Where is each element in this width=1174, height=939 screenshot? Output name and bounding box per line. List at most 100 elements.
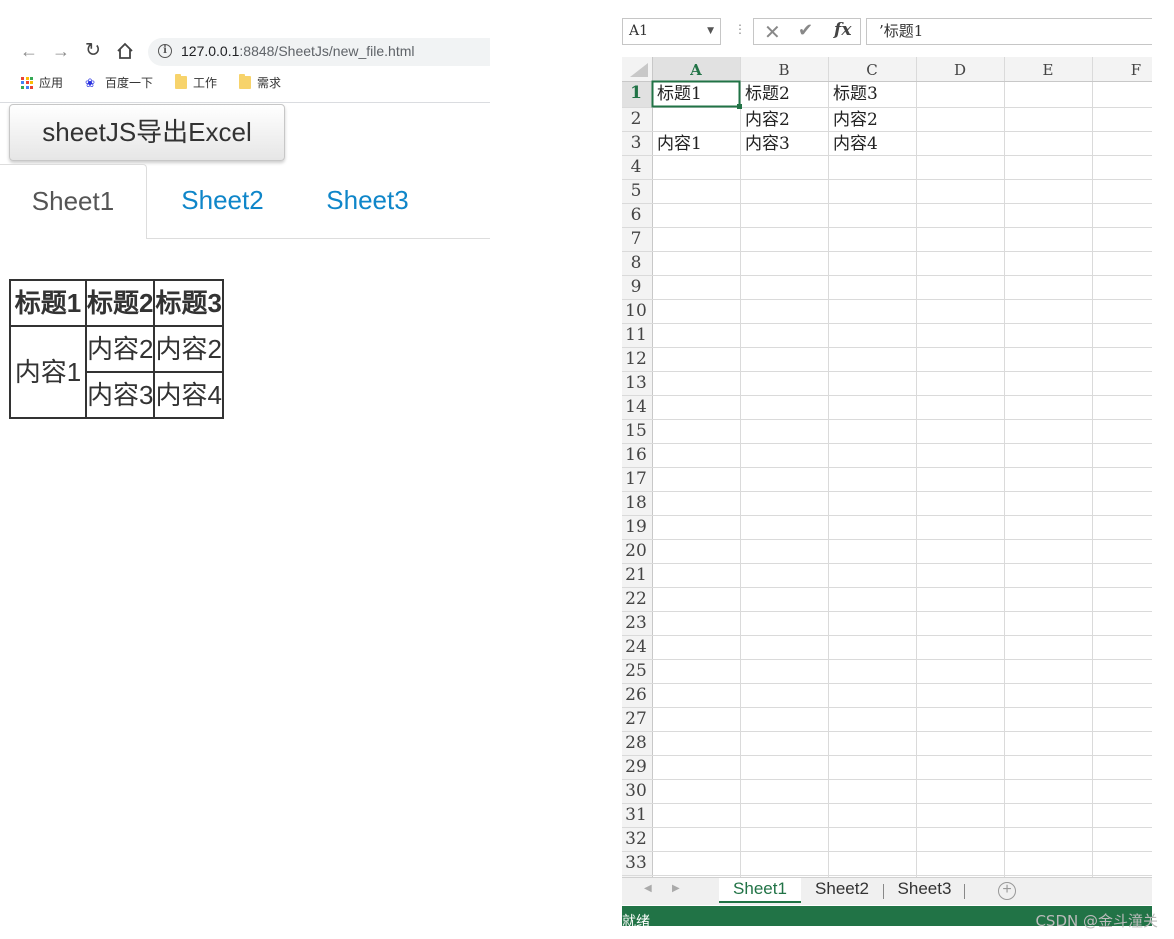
folder-icon <box>175 74 187 89</box>
sheet-tabs: Sheet1 Sheet2 Sheet3 <box>0 164 490 239</box>
row-header-8[interactable]: 8 <box>622 251 650 275</box>
add-sheet-icon[interactable]: + <box>998 882 1016 900</box>
name-box[interactable]: A1 ▼ <box>622 18 721 45</box>
column-header-c[interactable]: C <box>828 57 916 81</box>
row-header-9[interactable]: 9 <box>622 275 650 299</box>
column-header-f[interactable]: F <box>1092 57 1152 81</box>
bookmark-label: 工作 <box>193 76 218 90</box>
bookmark-baidu[interactable]: ❀ 百度一下 <box>85 74 153 91</box>
export-excel-button[interactable]: sheetJS导出Excel <box>9 104 285 161</box>
row-header-21[interactable]: 21 <box>622 563 650 587</box>
row-header-20[interactable]: 20 <box>622 539 650 563</box>
row-header-2[interactable]: 2 <box>622 107 650 131</box>
home-icon[interactable] <box>114 40 136 62</box>
reload-icon[interactable]: ↻ <box>82 40 104 62</box>
column-header-b[interactable]: B <box>740 57 828 81</box>
tab-divider <box>883 884 884 899</box>
row-header-12[interactable]: 12 <box>622 347 650 371</box>
table-cell: 内容4 <box>153 371 224 419</box>
column-header-d[interactable]: D <box>916 57 1004 81</box>
table-cell: 内容2 <box>84 325 156 373</box>
cell-b2[interactable]: 内容2 <box>740 107 790 132</box>
row-header-7[interactable]: 7 <box>622 227 650 251</box>
column-header-e[interactable]: E <box>1004 57 1092 81</box>
apps-grid-icon <box>21 76 33 89</box>
spreadsheet-grid[interactable]: A B C D E F 1 2 3 4 5 6 7 8 9 10 11 12 13 14 15 16 17 18 19 20 21 2… <box>622 57 1152 877</box>
table-cell-merged: 内容1 <box>9 325 87 419</box>
info-icon[interactable]: i <box>158 44 172 58</box>
cell-c3[interactable]: 内容4 <box>828 131 878 156</box>
row-header-19[interactable]: 19 <box>622 515 650 539</box>
formula-input[interactable]: ’标题1 <box>866 18 1152 45</box>
row-header-18[interactable]: 18 <box>622 491 650 515</box>
row-header-13[interactable]: 13 <box>622 371 650 395</box>
row-header-33[interactable]: 33 <box>622 851 650 875</box>
address-bar[interactable]: i 127.0.0.1:8848/SheetJs/new_file.html <box>148 38 490 66</box>
table-row: 内容1 内容2 内容2 <box>9 325 224 419</box>
row-header-28[interactable]: 28 <box>622 731 650 755</box>
bookmark-work[interactable]: 工作 <box>175 74 217 91</box>
scroll-left-icon[interactable]: ◀ <box>644 883 652 894</box>
tab-sheet3[interactable]: Sheet3 <box>305 164 430 239</box>
url-text: 127.0.0.1:8848/SheetJs/new_file.html <box>181 43 415 59</box>
check-icon[interactable]: ✔ <box>798 20 813 41</box>
row-header-22[interactable]: 22 <box>622 587 650 611</box>
bookmark-label: 需求 <box>257 76 282 90</box>
row-header-23[interactable]: 23 <box>622 611 650 635</box>
row-header-31[interactable]: 31 <box>622 803 650 827</box>
chevron-down-icon[interactable]: ▼ <box>707 19 714 44</box>
row-header-6[interactable]: 6 <box>622 203 650 227</box>
cell-a3[interactable]: 内容1 <box>652 131 702 156</box>
column-header-a[interactable]: A <box>652 57 740 81</box>
row-header-32[interactable]: 32 <box>622 827 650 851</box>
excel-window: A1 ▼ ⋮ ✕ ✔ fx ’标题1 A B C D E F 1 2 3 4 5 6 7 8 9 10 11 12… <box>622 16 1152 939</box>
sheet-tab-sheet3[interactable]: Sheet3 <box>887 878 962 903</box>
cell-b1[interactable]: 标题2 <box>740 81 790 106</box>
toolbar-divider <box>0 102 490 103</box>
row-header-15[interactable]: 15 <box>622 419 650 443</box>
row-header-14[interactable]: 14 <box>622 395 650 419</box>
bookmark-requirements[interactable]: 需求 <box>239 74 281 91</box>
grid-lines <box>622 57 1152 877</box>
insert-function-icon[interactable]: fx <box>834 20 851 40</box>
cell-b3[interactable]: 内容3 <box>740 131 790 156</box>
cell-a1[interactable]: 标题1 <box>652 81 702 106</box>
row-header-17[interactable]: 17 <box>622 467 650 491</box>
browser-toolbar: ← → ↻ i 127.0.0.1:8848/SheetJs/new_file.… <box>0 38 490 66</box>
row-header-3[interactable]: 3 <box>622 131 650 155</box>
cancel-icon[interactable]: ✕ <box>764 20 781 44</box>
table-cell: 内容2 <box>153 325 224 373</box>
cell-c2[interactable]: 内容2 <box>828 107 878 132</box>
table-header-cell: 标题3 <box>153 279 224 327</box>
back-arrow-icon[interactable]: ← <box>18 40 40 62</box>
row-header-5[interactable]: 5 <box>622 179 650 203</box>
row-header-1[interactable]: 1 <box>622 81 650 105</box>
tab-divider <box>964 884 965 899</box>
scroll-right-icon[interactable]: ▶ <box>672 883 680 894</box>
sheet-tab-sheet1[interactable]: Sheet1 <box>719 878 801 903</box>
forward-arrow-icon[interactable]: → <box>50 40 72 62</box>
url-path: :8848/SheetJs/new_file.html <box>239 43 415 59</box>
browser-window: ← → ↻ i 127.0.0.1:8848/SheetJs/new_file.… <box>0 0 490 939</box>
baidu-paw-icon: ❀ <box>85 75 96 90</box>
sheet-tab-sheet2[interactable]: Sheet2 <box>807 878 877 903</box>
row-header-4[interactable]: 4 <box>622 155 650 179</box>
row-header-10[interactable]: 10 <box>622 299 650 323</box>
watermark: CSDN @金斗潼关 <box>1035 912 1158 930</box>
cell-c1[interactable]: 标题3 <box>828 81 878 106</box>
tab-sheet1[interactable]: Sheet1 <box>0 164 147 239</box>
row-header-11[interactable]: 11 <box>622 323 650 347</box>
bookmark-label: 应用 <box>39 76 64 90</box>
row-header-27[interactable]: 27 <box>622 707 650 731</box>
row-header-26[interactable]: 26 <box>622 683 650 707</box>
row-header-29[interactable]: 29 <box>622 755 650 779</box>
tab-sheet2[interactable]: Sheet2 <box>160 164 285 239</box>
row-header-16[interactable]: 16 <box>622 443 650 467</box>
row-header-30[interactable]: 30 <box>622 779 650 803</box>
bookmark-label: 百度一下 <box>105 76 154 90</box>
bookmark-apps[interactable]: 应用 <box>21 74 63 91</box>
table-header-cell: 标题2 <box>84 279 156 327</box>
row-header-25[interactable]: 25 <box>622 659 650 683</box>
more-dots-icon: ⋮ <box>734 22 746 36</box>
row-header-24[interactable]: 24 <box>622 635 650 659</box>
